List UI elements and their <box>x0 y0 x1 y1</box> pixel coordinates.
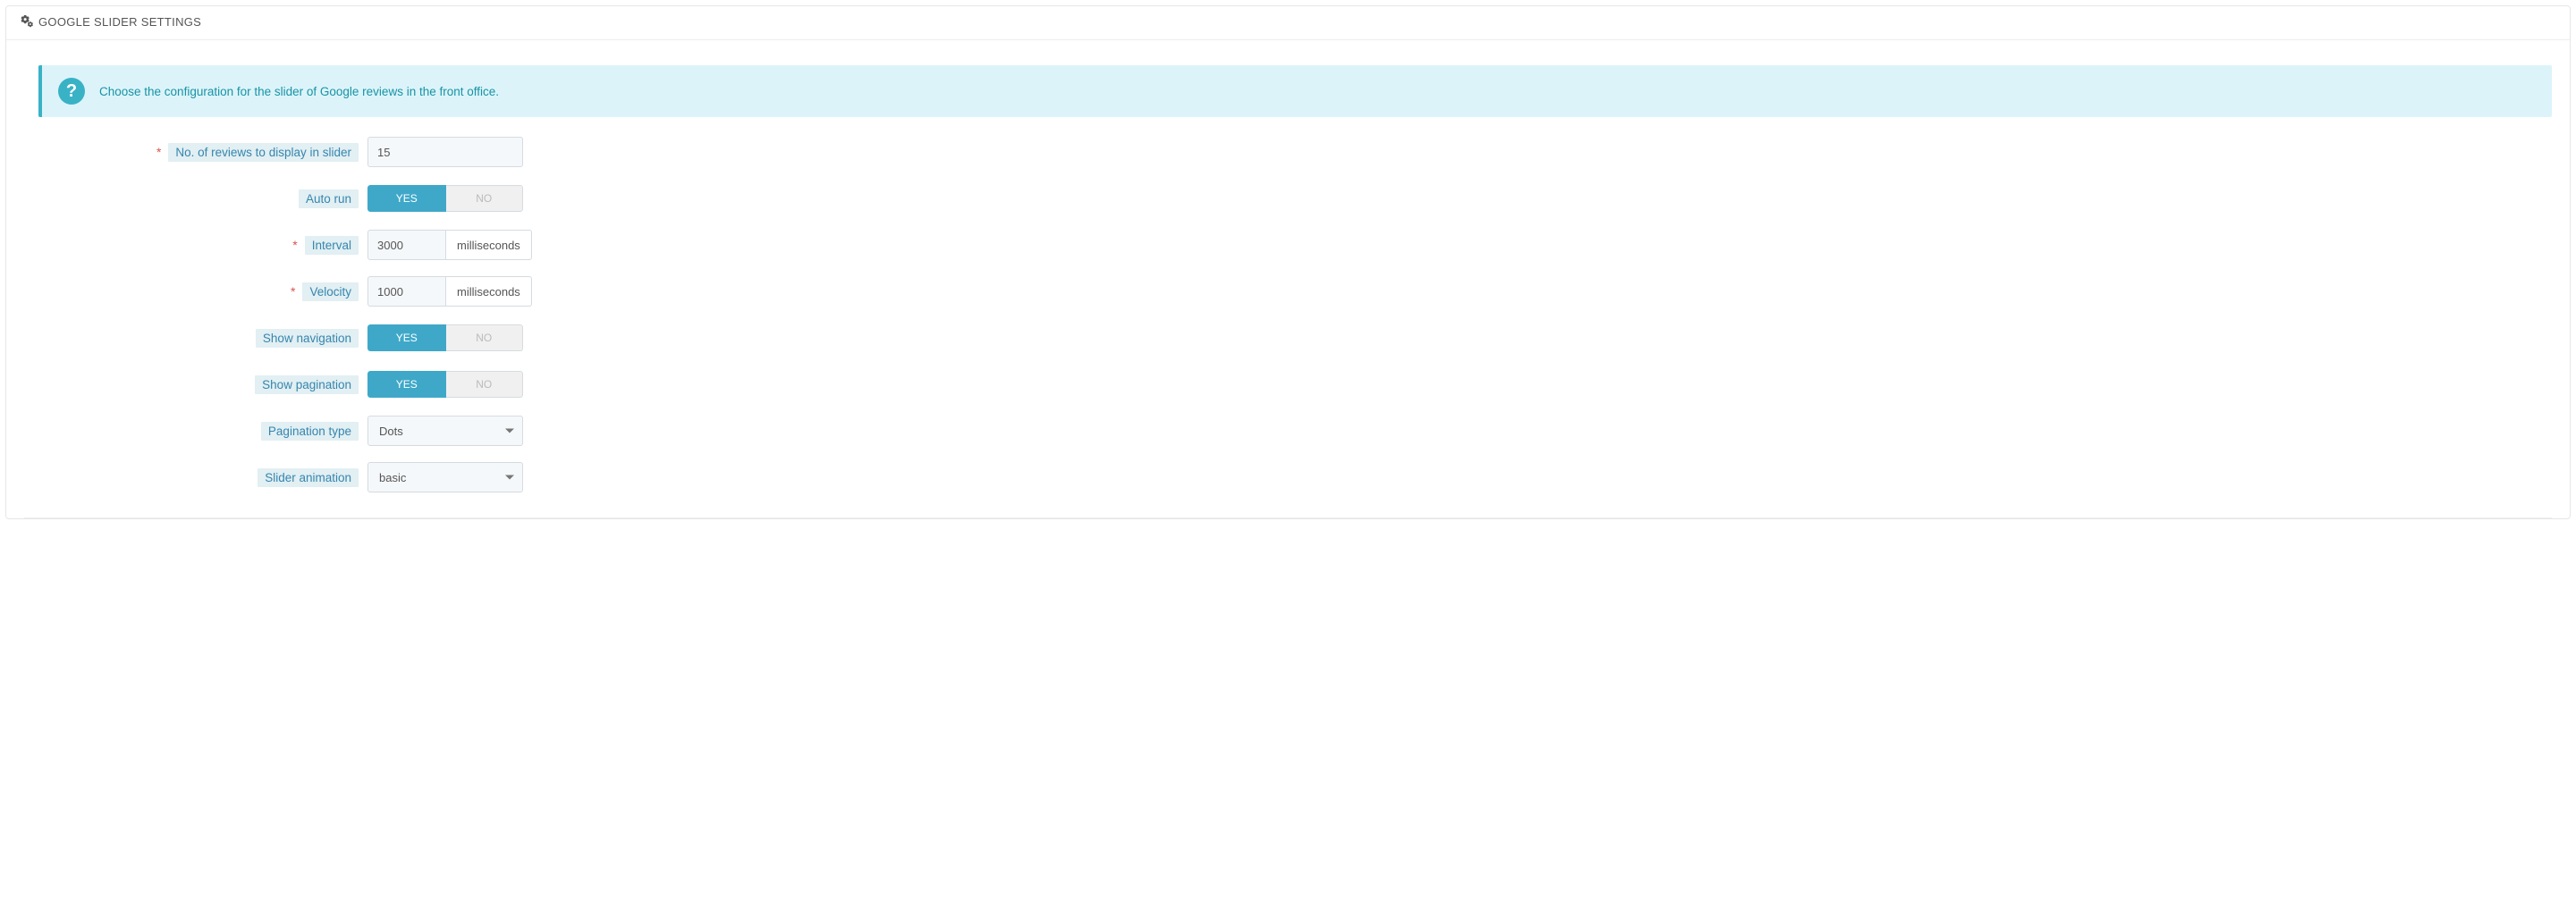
label-col: Auto run <box>38 189 367 208</box>
label-col: Show pagination <box>38 375 367 394</box>
label-show-pagination: Show pagination <box>255 375 359 394</box>
interval-input[interactable] <box>367 230 446 260</box>
toggle-no: NO <box>446 324 524 351</box>
pagination-type-select-wrap: Dots <box>367 416 523 446</box>
label-col: Pagination type <box>38 422 367 441</box>
reviews-count-input[interactable] <box>367 137 523 167</box>
pagination-type-select[interactable]: Dots <box>367 416 523 446</box>
label-interval: Interval <box>305 236 359 255</box>
label-auto-run: Auto run <box>299 189 359 208</box>
toggle-yes: YES <box>367 371 446 398</box>
gears-icon <box>19 13 33 30</box>
required-marker: * <box>291 284 295 299</box>
row-auto-run: Auto run YES NO <box>38 183 2552 214</box>
required-marker: * <box>292 238 297 252</box>
row-interval: * Interval milliseconds <box>38 230 2552 260</box>
row-reviews-count: * No. of reviews to display in slider <box>38 137 2552 167</box>
toggle-yes: YES <box>367 324 446 351</box>
toggle-no: NO <box>446 371 524 398</box>
question-icon: ? <box>58 78 85 105</box>
panel-title: Google Slider Settings <box>38 15 201 29</box>
label-reviews-count: No. of reviews to display in slider <box>168 143 359 162</box>
label-col: * No. of reviews to display in slider <box>38 143 367 162</box>
label-velocity: Velocity <box>302 282 359 301</box>
info-alert: ? Choose the configuration for the slide… <box>38 65 2552 117</box>
panel-body: ? Choose the configuration for the slide… <box>6 40 2570 517</box>
slider-animation-select-wrap: basic <box>367 462 523 492</box>
panel-header: Google Slider Settings <box>6 6 2570 40</box>
label-col: Show navigation <box>38 329 367 348</box>
label-col: * Interval <box>38 236 367 255</box>
velocity-unit: milliseconds <box>446 276 532 307</box>
row-show-pagination: Show pagination YES NO <box>38 369 2552 400</box>
panel-footer-separator <box>24 517 2552 518</box>
toggle-yes: YES <box>367 185 446 212</box>
label-col: * Velocity <box>38 282 367 301</box>
alert-message: Choose the configuration for the slider … <box>99 85 499 98</box>
show-pagination-toggle[interactable]: YES NO <box>367 371 523 398</box>
label-col: Slider animation <box>38 468 367 487</box>
label-show-navigation: Show navigation <box>256 329 359 348</box>
interval-unit: milliseconds <box>446 230 532 260</box>
show-navigation-toggle[interactable]: YES NO <box>367 324 523 351</box>
row-velocity: * Velocity milliseconds <box>38 276 2552 307</box>
row-pagination-type: Pagination type Dots <box>38 416 2552 446</box>
toggle-no: NO <box>446 185 524 212</box>
row-show-navigation: Show navigation YES NO <box>38 323 2552 353</box>
required-marker: * <box>156 145 161 159</box>
row-slider-animation: Slider animation basic <box>38 462 2552 492</box>
interval-group: milliseconds <box>367 230 532 260</box>
settings-panel: Google Slider Settings ? Choose the conf… <box>5 5 2571 519</box>
velocity-input[interactable] <box>367 276 446 307</box>
label-slider-animation: Slider animation <box>258 468 359 487</box>
velocity-group: milliseconds <box>367 276 532 307</box>
label-pagination-type: Pagination type <box>261 422 359 441</box>
slider-animation-select[interactable]: basic <box>367 462 523 492</box>
auto-run-toggle[interactable]: YES NO <box>367 185 523 212</box>
